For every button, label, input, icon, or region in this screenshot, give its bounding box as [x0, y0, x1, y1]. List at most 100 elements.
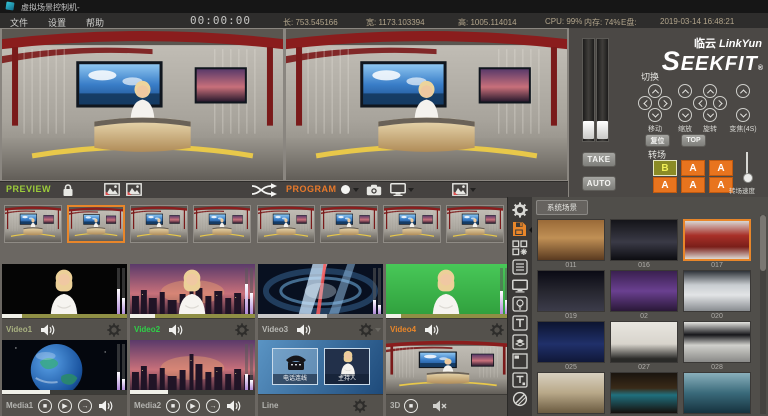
list-icon[interactable] — [512, 259, 528, 275]
angle-thumb-5[interactable] — [257, 205, 315, 243]
frame-icon[interactable] — [512, 353, 528, 369]
pad-scale-up-button[interactable] — [678, 84, 692, 98]
pad-rotate-down-button[interactable] — [703, 108, 717, 122]
scene-thumb-019[interactable] — [537, 270, 605, 312]
scene-tab-system[interactable]: 系统场景 — [536, 200, 588, 215]
scene-thumb-row4-1[interactable] — [537, 372, 605, 414]
loop-button[interactable]: → — [78, 399, 92, 413]
speaker-muted-icon[interactable] — [432, 400, 447, 412]
scene-thumb-016[interactable] — [610, 219, 678, 261]
stop-button[interactable]: ■ — [38, 399, 52, 413]
tbar-track-left[interactable] — [582, 38, 595, 142]
transition-button-a1[interactable]: A — [681, 160, 705, 176]
scene-thumb-row4-3[interactable] — [683, 372, 751, 414]
loop-button[interactable]: → — [206, 399, 220, 413]
subtitle-tool-icon[interactable] — [512, 372, 528, 388]
layers-icon[interactable] — [512, 334, 528, 350]
speaker-icon[interactable] — [424, 324, 439, 336]
disable-block-icon[interactable] — [512, 391, 528, 407]
angle-thumb-7[interactable] — [383, 205, 441, 243]
pad-move-down-button[interactable] — [648, 108, 662, 122]
video4-thumbnail[interactable] — [386, 264, 510, 318]
take-button[interactable]: TAKE — [582, 152, 616, 167]
stream-display-icon[interactable] — [390, 183, 406, 196]
angle-thumb-4[interactable] — [193, 205, 251, 243]
settings-gear-icon[interactable] — [512, 202, 528, 218]
video1-thumbnail[interactable] — [2, 264, 127, 318]
scene-thumb-02[interactable] — [610, 270, 678, 312]
speaker-icon[interactable] — [296, 324, 311, 336]
lock-icon[interactable] — [62, 183, 74, 197]
gear-icon[interactable] — [235, 322, 249, 338]
text-tool-icon[interactable] — [512, 315, 528, 331]
monitor-icon[interactable] — [512, 278, 528, 294]
scene-scrollbar[interactable] — [760, 215, 766, 414]
angle-thumb-8[interactable] — [446, 205, 504, 243]
scene-thumb-017-selected[interactable] — [683, 219, 751, 261]
pad-zoom-down-button[interactable] — [736, 108, 750, 122]
swap-transition-icon[interactable] — [250, 183, 279, 197]
pad-zoom-up-button[interactable] — [736, 84, 750, 98]
preview-image-icon[interactable] — [126, 183, 142, 196]
pad-rotate-up-button[interactable] — [703, 84, 717, 98]
camera-snapshot-icon[interactable] — [366, 184, 382, 196]
reset-button[interactable]: 复位 — [645, 134, 670, 147]
play-button[interactable]: ▶ — [186, 399, 200, 413]
tbar-handle-right[interactable] — [597, 121, 608, 139]
video3-thumbnail[interactable] — [258, 264, 383, 318]
top-button[interactable]: TOP — [681, 134, 706, 147]
stop-button[interactable]: ■ — [404, 399, 418, 413]
pad-move-up-button[interactable] — [648, 84, 662, 98]
scene-thumb-row4-2[interactable] — [610, 372, 678, 414]
scrollbar-thumb[interactable] — [760, 215, 766, 271]
save-floppy-icon[interactable] — [512, 221, 528, 237]
transition-button-a3[interactable]: A — [653, 177, 677, 193]
scene-thumb-011[interactable] — [537, 219, 605, 261]
line-thumbnail[interactable]: 电话连线 主持人 — [258, 340, 383, 394]
record-caret-icon[interactable] — [353, 188, 359, 192]
auto-button[interactable]: AUTO — [582, 176, 616, 191]
stop-button[interactable]: ■ — [166, 399, 180, 413]
threed-thumbnail-selected[interactable] — [386, 340, 510, 394]
speaker-icon[interactable] — [226, 400, 241, 412]
overlay-image-icon[interactable] — [452, 183, 468, 196]
media2-thumbnail[interactable] — [130, 340, 255, 394]
caret-icon[interactable] — [375, 328, 381, 332]
pad-rotate-left-button[interactable] — [693, 96, 707, 110]
scene-windows-icon[interactable] — [512, 240, 528, 256]
transition-speed-slider[interactable] — [746, 152, 748, 180]
line-phone-tile[interactable]: 电话连线 — [272, 348, 318, 385]
gear-icon[interactable] — [490, 322, 504, 338]
gear-icon[interactable] — [359, 322, 373, 338]
pad-rotate-right-button[interactable] — [713, 96, 727, 110]
speaker-icon[interactable] — [40, 324, 55, 336]
light-bulb-icon[interactable] — [512, 296, 528, 312]
scene-thumb-025[interactable] — [537, 321, 605, 363]
angle-thumb-2-selected[interactable] — [67, 205, 125, 243]
scene-thumb-028[interactable] — [683, 321, 751, 363]
media1-thumbnail[interactable] — [2, 340, 127, 394]
video2-thumbnail[interactable] — [130, 264, 255, 318]
slider-knob[interactable] — [743, 173, 753, 183]
scene-thumb-027[interactable] — [610, 321, 678, 363]
gear-icon[interactable] — [353, 398, 367, 414]
tbar-handle-left[interactable] — [583, 121, 594, 139]
angle-thumb-6[interactable] — [320, 205, 378, 243]
tbar-track-right[interactable] — [596, 38, 609, 142]
overlay-caret-icon[interactable] — [470, 188, 476, 192]
angle-thumb-1[interactable] — [4, 205, 62, 243]
pad-move-right-button[interactable] — [658, 96, 672, 110]
gear-icon[interactable] — [107, 322, 121, 338]
transition-button-a4[interactable]: A — [681, 177, 705, 193]
speaker-icon[interactable] — [168, 324, 183, 336]
speaker-icon[interactable] — [98, 400, 113, 412]
program-monitor[interactable] — [286, 29, 567, 180]
transition-button-b[interactable]: B — [653, 160, 677, 176]
line-host-tile[interactable]: 主持人 — [324, 348, 370, 385]
angle-thumb-3[interactable] — [130, 205, 188, 243]
play-button[interactable]: ▶ — [58, 399, 72, 413]
pad-scale-down-button[interactable] — [678, 108, 692, 122]
record-button[interactable] — [341, 185, 350, 194]
preview-monitor[interactable] — [2, 29, 283, 180]
pad-move-left-button[interactable] — [638, 96, 652, 110]
